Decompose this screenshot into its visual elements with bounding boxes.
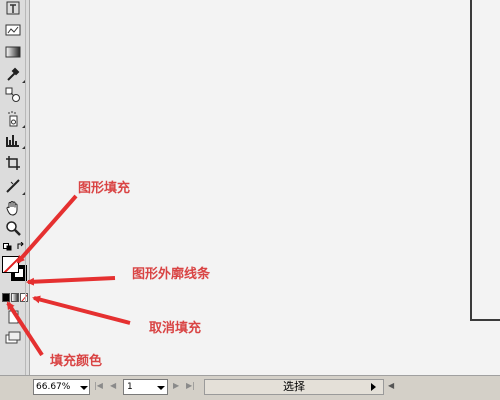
artboard-edge	[470, 0, 472, 321]
document-icon[interactable]	[4, 308, 22, 326]
none-mode-button[interactable]	[20, 293, 28, 302]
current-tool-label: 选择	[283, 380, 305, 393]
prev-page-icon[interactable]: ◀	[110, 381, 116, 390]
hand-icon[interactable]	[4, 199, 22, 217]
first-page-icon[interactable]: |◀	[94, 381, 103, 390]
column-graph-icon[interactable]	[4, 131, 25, 149]
annotation-no-fill: 取消填充	[149, 321, 202, 336]
next-page-icon[interactable]: ▶	[173, 381, 179, 390]
default-colors-icon[interactable]	[3, 243, 12, 251]
color-mode-button[interactable]	[2, 293, 10, 302]
blend-icon[interactable]	[4, 86, 22, 104]
annotation-fill-color: 填充颜色	[50, 354, 103, 369]
annotation-fill: 图形填充	[78, 181, 131, 196]
arrow-to-stroke	[26, 276, 116, 286]
crop-icon[interactable]	[4, 154, 22, 172]
annotation-stroke: 图形外廓线条	[132, 267, 211, 282]
type-on-path-icon[interactable]	[4, 0, 22, 18]
scroll-left-icon[interactable]: ◀	[388, 381, 394, 390]
current-tool-status[interactable]: 选择	[204, 379, 384, 395]
knife-icon[interactable]	[4, 177, 25, 195]
fill-stroke-controls	[0, 238, 30, 298]
status-menu-arrow-icon[interactable]	[371, 383, 376, 391]
tool-palette	[0, 0, 30, 391]
gradient-icon[interactable]	[4, 43, 22, 61]
graph-icon[interactable]	[4, 21, 22, 39]
annotation-arrows	[6, 194, 131, 357]
symbol-sprayer-icon[interactable]	[4, 110, 25, 128]
zoom-icon[interactable]	[4, 219, 22, 237]
swap-fill-stroke-icon[interactable]	[17, 242, 25, 250]
fill-mode-buttons	[0, 293, 30, 303]
arrow-to-none	[32, 295, 131, 325]
page-dropdown-arrow-icon[interactable]	[157, 386, 165, 390]
screen-mode-icon[interactable]	[4, 329, 22, 347]
page-number: 1	[127, 382, 133, 392]
gradient-mode-button[interactable]	[11, 293, 19, 302]
fill-swatch[interactable]	[2, 256, 19, 273]
artboard-bottom-edge	[470, 319, 500, 321]
zoom-value: 66.67%	[36, 382, 71, 392]
status-bar: 66.67% |◀ ◀ 1 ▶ ▶| 选择 ◀	[0, 375, 500, 400]
eyedropper-icon[interactable]	[4, 65, 25, 83]
zoom-dropdown-arrow-icon[interactable]	[80, 386, 88, 390]
last-page-icon[interactable]: ▶|	[186, 381, 195, 390]
